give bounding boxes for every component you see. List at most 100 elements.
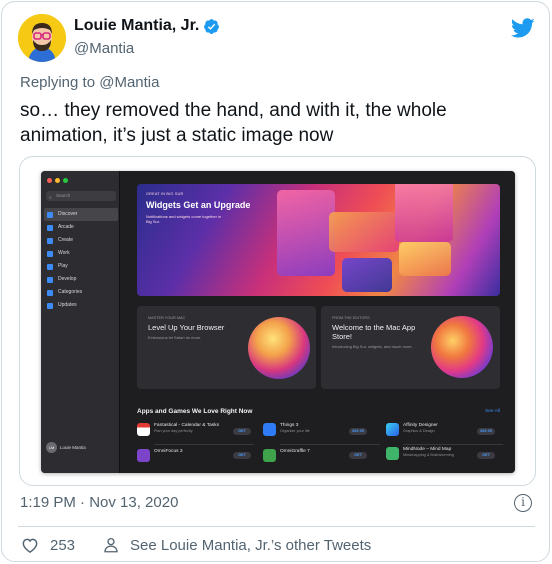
nav-item-develop: Develop xyxy=(44,273,118,286)
list-item: OmniGraffle 7 xyxy=(263,449,350,469)
tweet-media[interactable]: ⌕ Search Discover Arcade Create Work Pla… xyxy=(19,156,536,486)
account: LM Louie Mantia xyxy=(46,442,86,453)
app-name: OmniFocus 3 xyxy=(154,449,183,454)
story-title: Welcome to the Mac App Store! xyxy=(332,323,416,341)
avatar[interactable] xyxy=(18,14,66,62)
section-title: Apps and Games We Love Right Now xyxy=(137,408,253,415)
divider xyxy=(18,526,535,527)
story-card-right: FROM THE EDITORS Welcome to the Mac App … xyxy=(321,306,500,389)
play-icon xyxy=(47,264,53,270)
display-name[interactable]: Louie Mantia, Jr. xyxy=(74,17,199,35)
like-button[interactable]: 253 xyxy=(20,535,75,555)
app-main: GREAT IN BIG SUR Widgets Get an Upgrade … xyxy=(121,171,515,473)
hero-widget-art xyxy=(329,212,399,252)
app-name: OmniGraffle 7 xyxy=(280,449,310,454)
like-count: 253 xyxy=(50,536,76,554)
story-card-left: MASTER YOUR MAC Level Up Your Browser Ex… xyxy=(137,306,316,389)
see-all-link: See All xyxy=(485,409,500,414)
app-category: Plan your day perfectly xyxy=(154,429,193,433)
work-icon xyxy=(47,251,53,257)
app-category: Organize your life xyxy=(280,429,310,433)
app-store-window: ⌕ Search Discover Arcade Create Work Pla… xyxy=(41,171,515,473)
handle[interactable]: @Mantia xyxy=(74,40,134,57)
app-category: Mindmapping & Brainstorming xyxy=(403,453,454,457)
mindnode-icon xyxy=(386,447,399,460)
other-tweets-link[interactable]: See Louie Mantia, Jr.’s other Tweets xyxy=(102,535,371,555)
fantastical-icon xyxy=(137,423,150,436)
nav-item-label: Discover xyxy=(58,211,78,217)
things-icon xyxy=(263,423,276,436)
price-button: $49.99 xyxy=(349,428,367,435)
story-subtitle: Extensions let Safari do more. xyxy=(148,335,202,340)
person-icon xyxy=(104,537,118,553)
nav-item-updates: Updates xyxy=(44,299,118,312)
nav-item-label: Categories xyxy=(58,289,83,295)
story-eyebrow: FROM THE EDITORS xyxy=(332,316,370,320)
nav-item-arcade: Arcade xyxy=(44,221,118,234)
omnifocus-icon xyxy=(137,449,150,462)
nav-item-work: Work xyxy=(44,247,118,260)
nav-item-label: Create xyxy=(58,237,74,243)
hero-widget-art xyxy=(395,184,453,242)
hero-title: Widgets Get an Upgrade xyxy=(146,200,251,210)
nav-item-label: Updates xyxy=(58,302,77,308)
nav-item-label: Work xyxy=(58,250,70,256)
nav-item-categories: Categories xyxy=(44,286,118,299)
list-item: Fantastical - Calendar & Tasks Plan your … xyxy=(137,423,224,443)
app-search-field: ⌕ Search xyxy=(46,191,116,201)
replying-prefix: Replying to xyxy=(20,74,96,91)
story-eyebrow: MASTER YOUR MAC xyxy=(148,316,186,320)
get-button: GET xyxy=(233,452,251,459)
row-divider xyxy=(154,444,254,445)
categories-icon xyxy=(47,290,53,296)
price-button: $49.99 xyxy=(477,428,495,435)
story-title: Level Up Your Browser xyxy=(148,323,225,332)
get-button: GET xyxy=(349,452,367,459)
updates-icon xyxy=(47,303,53,309)
discover-icon xyxy=(47,212,53,218)
close-dot-icon xyxy=(47,178,52,183)
nav-item-label: Arcade xyxy=(58,224,74,230)
hero-banner: GREAT IN BIG SUR Widgets Get an Upgrade … xyxy=(137,184,500,296)
verified-badge-icon xyxy=(204,18,220,34)
app-sidebar: ⌕ Search Discover Arcade Create Work Pla… xyxy=(41,171,120,473)
nav-item-play: Play xyxy=(44,260,118,273)
affinity-designer-icon xyxy=(386,423,399,436)
account-name: Louie Mantia xyxy=(60,445,86,450)
arcade-icon xyxy=(47,225,53,231)
story-subtitle: Introducing Big Sur, widgets, and much m… xyxy=(332,344,413,349)
heart-icon xyxy=(22,538,38,553)
list-item: OmniFocus 3 xyxy=(137,449,224,469)
hero-subtitle: Notifications and widgets come together … xyxy=(146,214,222,224)
develop-icon xyxy=(47,277,53,283)
twitter-bird-icon[interactable] xyxy=(511,16,535,40)
nav-item-label: Develop xyxy=(58,276,77,282)
list-item: Affinity Designer Graphics & Design xyxy=(386,423,473,443)
search-icon: ⌕ xyxy=(49,195,52,201)
row-divider xyxy=(280,444,380,445)
tweet-text: so… they removed the hand, and with it, … xyxy=(20,100,447,146)
timestamp[interactable]: 1:19 PM · Nov 13, 2020 xyxy=(20,494,178,511)
list-item: Things 3 Organize your life xyxy=(263,423,350,443)
zoom-dot-icon xyxy=(63,178,68,183)
get-button: GET xyxy=(233,428,251,435)
list-item: MindNode – Mind Map Mindmapping & Brainst… xyxy=(386,447,473,467)
hero-widget-art xyxy=(277,190,335,276)
safari-art-icon xyxy=(248,317,310,379)
replying-to: Replying to @Mantia xyxy=(20,74,159,91)
create-icon xyxy=(47,238,53,244)
nav-item-create: Create xyxy=(44,234,118,247)
info-icon[interactable]: i xyxy=(514,494,532,512)
app-category: Graphics & Design xyxy=(403,429,435,433)
nav-item-discover: Discover xyxy=(44,208,118,221)
window-controls xyxy=(47,178,68,183)
app-nav: Discover Arcade Create Work Play Develop… xyxy=(44,208,118,312)
app-store-art-icon xyxy=(431,316,493,378)
omnigraffle-icon xyxy=(263,449,276,462)
nav-item-label: Play xyxy=(58,263,68,269)
replying-to-handle[interactable]: @Mantia xyxy=(99,74,159,91)
other-tweets-label: See Louie Mantia, Jr.’s other Tweets xyxy=(130,536,372,554)
get-button: GET xyxy=(477,452,495,459)
avatar-illustration-icon xyxy=(18,14,66,62)
minimize-dot-icon xyxy=(55,178,60,183)
